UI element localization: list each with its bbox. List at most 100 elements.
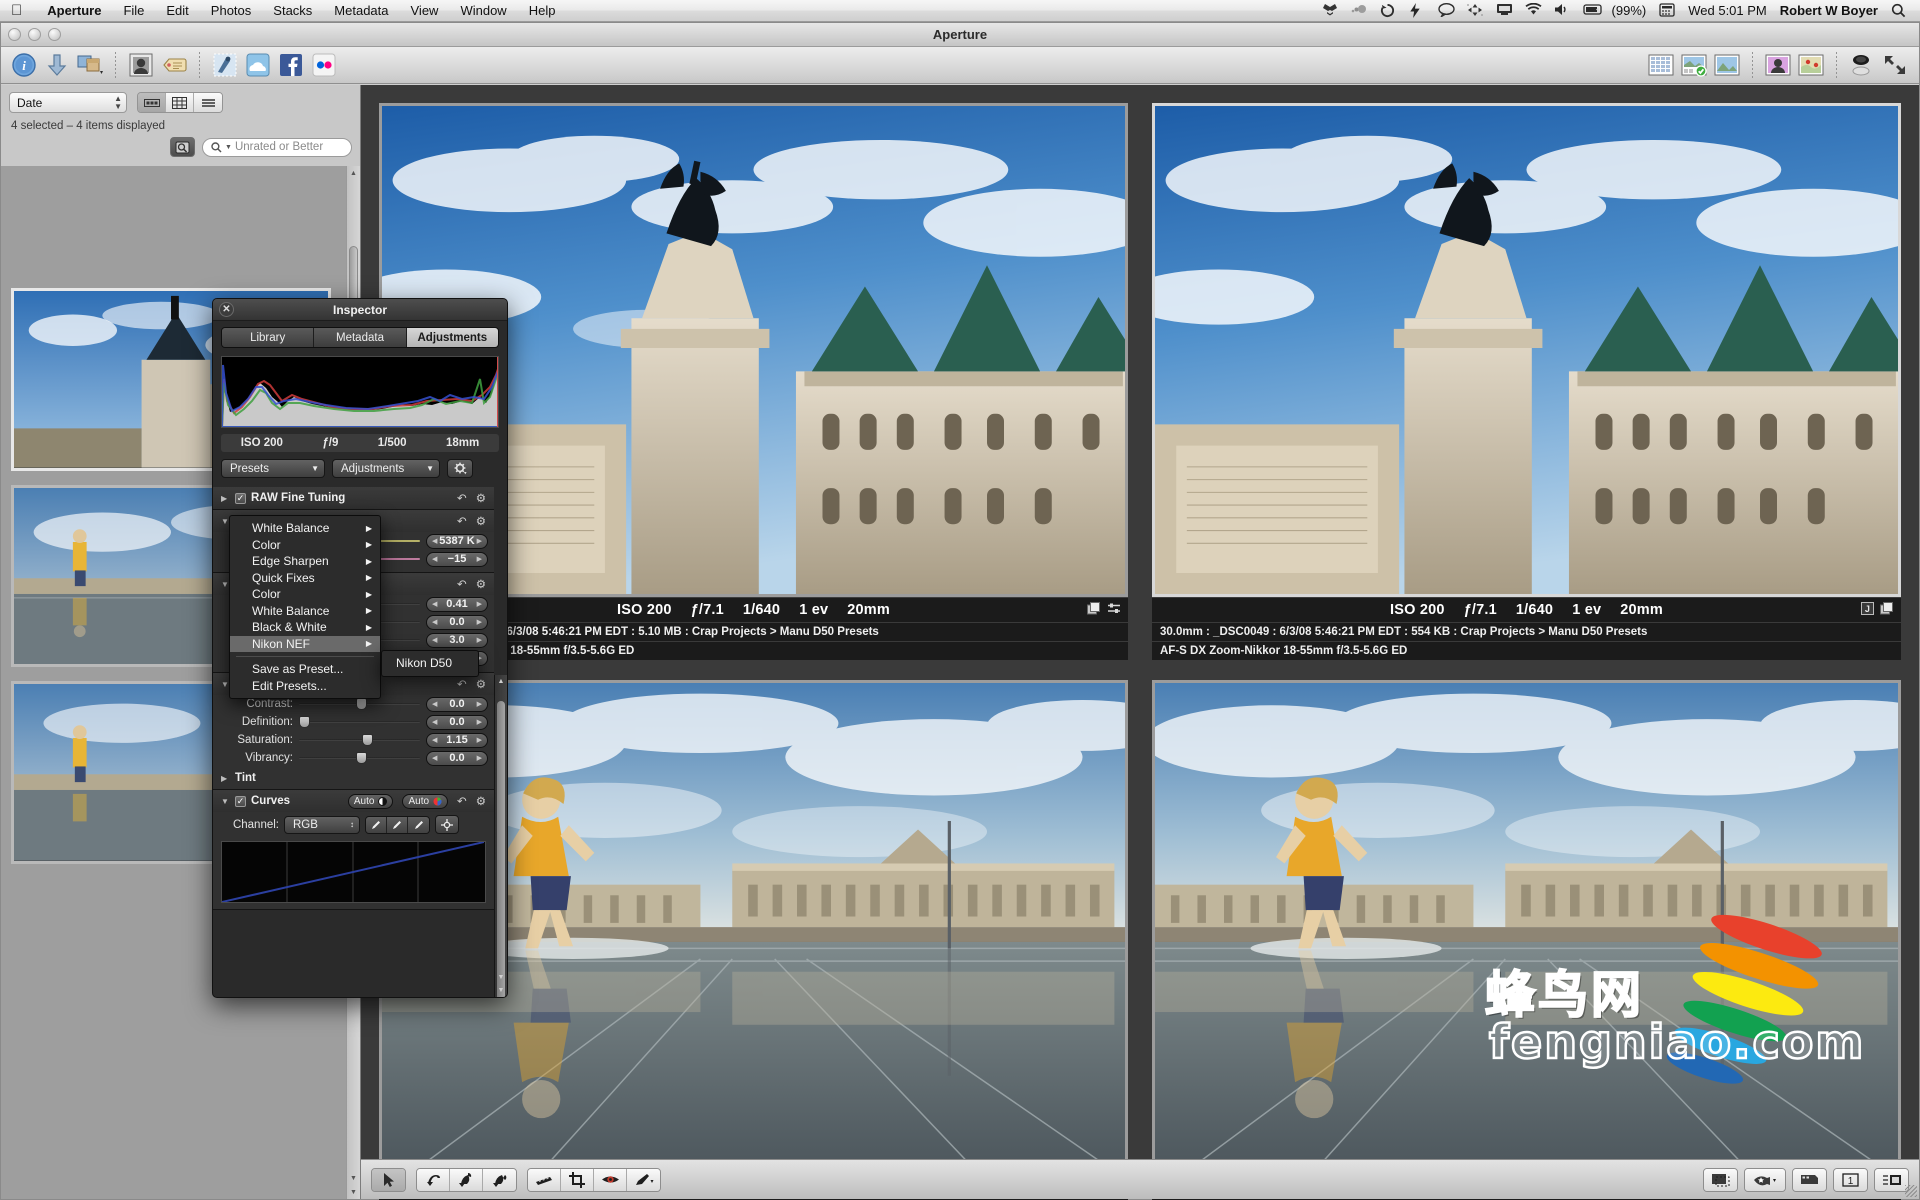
reset-icon[interactable]: ↶ — [457, 577, 467, 591]
increment-arrow-icon[interactable]: ▶ — [477, 700, 482, 708]
flash-icon[interactable] — [1409, 3, 1425, 18]
filmstrip-icon[interactable] — [1793, 1168, 1826, 1191]
menu-photos[interactable]: Photos — [200, 3, 262, 18]
close-window-button[interactable] — [8, 28, 21, 41]
scroll-down-arrow-icon-2[interactable]: ▼ — [495, 984, 507, 997]
section-checkbox[interactable]: ✓ — [235, 492, 246, 504]
stamp-all-icon[interactable] — [483, 1168, 516, 1191]
menu-metadata[interactable]: Metadata — [323, 3, 399, 18]
section-header[interactable]: ▶ ✓ RAW Fine Tuning ↶ ⚙ — [213, 487, 494, 509]
slider-track[interactable] — [299, 733, 420, 747]
increment-arrow-icon[interactable]: ▶ — [477, 636, 482, 644]
rating-badge-icon[interactable] — [1745, 1168, 1785, 1191]
slider-value-field[interactable]: ◀ 5387 K ▶ — [426, 533, 488, 549]
section-actions[interactable]: ↶ ⚙ — [457, 491, 486, 505]
flickr-icon[interactable] — [310, 51, 338, 79]
gear-icon[interactable]: ⚙ — [476, 577, 486, 591]
zoom-window-button[interactable] — [48, 28, 61, 41]
slider-row-definition[interactable]: Definition: ◀ 0.0 ▶ — [213, 713, 494, 731]
reset-icon[interactable]: ↶ — [457, 491, 467, 505]
faces-icon[interactable] — [127, 51, 155, 79]
reset-icon[interactable]: ↶ — [457, 514, 467, 528]
increment-arrow-icon[interactable]: ▶ — [477, 555, 482, 563]
import-download-icon[interactable] — [43, 51, 71, 79]
window-traffic-lights[interactable] — [8, 28, 61, 41]
tab-adjustments[interactable]: Adjustments — [406, 328, 498, 347]
scroll-up-arrow-icon[interactable]: ▲ — [495, 675, 507, 688]
gear-icon[interactable] — [447, 459, 473, 478]
scrollbar-thumb[interactable] — [497, 701, 505, 997]
keywords-tag-icon[interactable] — [160, 51, 188, 79]
menu-window[interactable]: Window — [449, 3, 517, 18]
presets-dropdown-menu[interactable]: White Balance ▶ Color ▶ Edge Sharpen ▶ Q… — [229, 515, 381, 699]
photo-cell-bottom-right[interactable]: ISO 200 ƒ/9 1/500 0 ev 18mm 27.0mm — [1140, 670, 1913, 1200]
black-point-eyedropper-icon[interactable] — [366, 816, 387, 833]
adjustments-popup[interactable]: Adjustments ▼ — [332, 459, 440, 478]
edit-tool-group[interactable] — [527, 1167, 661, 1192]
menu-help[interactable]: Help — [518, 3, 567, 18]
keyboard-input-icon[interactable] — [1659, 3, 1675, 18]
filmstrip-group[interactable] — [1792, 1167, 1827, 1192]
close-icon[interactable]: ✕ — [219, 302, 234, 317]
grid-view-icon[interactable] — [166, 93, 194, 112]
scroll-down-arrow-icon-2[interactable]: ▼ — [347, 1185, 360, 1199]
channel-popup[interactable]: RGB ↕ — [284, 815, 360, 834]
spotlight-search-icon[interactable] — [1891, 3, 1907, 18]
menu-item-save-as-preset[interactable]: Save as Preset... — [230, 661, 380, 678]
scroll-up-arrow-icon[interactable]: ▲ — [347, 166, 360, 180]
auto-color-button[interactable]: Auto — [402, 793, 449, 809]
places-map-icon[interactable] — [1797, 51, 1825, 79]
photo-badges[interactable] — [1087, 602, 1121, 615]
menu-item-nikon-nef[interactable]: Nikon NEF ▶ — [230, 635, 380, 652]
bluetooth-dots-icon[interactable] — [1351, 3, 1367, 18]
red-eye-icon[interactable] — [594, 1168, 627, 1191]
menubar-clock[interactable]: Wed 5:01 PM — [1688, 3, 1767, 18]
slider-track[interactable] — [299, 715, 420, 729]
slider-value-field[interactable]: ◀ 0.0 ▶ — [426, 614, 488, 630]
slider-value-field[interactable]: ◀ 3.0 ▶ — [426, 632, 488, 648]
selection-arrow-icon[interactable] — [372, 1168, 405, 1191]
section-raw-fine-tuning[interactable]: ▶ ✓ RAW Fine Tuning ↶ ⚙ — [213, 487, 494, 510]
section-curves[interactable]: ▼ ✓ Curves Auto Auto ↶ ⚙ Channel: RGB ↕ — [213, 790, 494, 910]
filmstrip-view-icon[interactable] — [138, 93, 166, 112]
increment-arrow-icon[interactable]: ▶ — [477, 600, 482, 608]
target-crosshair-icon[interactable] — [435, 815, 459, 834]
search-input[interactable]: ▼ Unrated or Better — [202, 137, 352, 157]
info-icon[interactable]: i — [10, 51, 38, 79]
tab-library[interactable]: Library — [222, 328, 315, 347]
window-resize-handle[interactable] — [1905, 1185, 1917, 1197]
faces-view-icon[interactable] — [1764, 51, 1792, 79]
list-view-icon[interactable] — [194, 93, 222, 112]
gray-point-eyedropper-icon[interactable] — [387, 816, 408, 833]
photo-frame-selected[interactable] — [1152, 103, 1901, 598]
menu-item-quick-fixes[interactable]: Quick Fixes ▶ — [230, 570, 380, 587]
inspector-tabs[interactable]: Library Metadata Adjustments — [221, 327, 499, 348]
viewer-icon[interactable] — [1713, 51, 1741, 79]
increment-arrow-icon[interactable]: ▶ — [477, 537, 482, 545]
slider-value-field[interactable]: ◀ 0.41 ▶ — [426, 596, 488, 612]
screen-sharing-icon[interactable] — [1496, 3, 1512, 18]
disclosure-triangle-icon[interactable]: ▶ — [221, 774, 230, 783]
masked-view-icon[interactable] — [1704, 1168, 1737, 1191]
auto-contrast-button[interactable]: Auto — [347, 793, 394, 809]
slider-track[interactable] — [299, 697, 420, 711]
messages-icon[interactable] — [1437, 2, 1455, 19]
photo-badges[interactable]: J — [1861, 602, 1894, 616]
cloud-icon[interactable] — [244, 51, 272, 79]
slider-row-saturation[interactable]: Saturation: ◀ 1.15 ▶ — [213, 731, 494, 749]
disclosure-triangle-icon[interactable]: ▼ — [221, 797, 230, 806]
menu-aperture[interactable]: Aperture — [36, 3, 112, 18]
slider-value-field[interactable]: ◀ 1.15 ▶ — [426, 732, 488, 748]
slider-value-field[interactable]: ◀ 0.0 ▶ — [426, 696, 488, 712]
facebook-icon[interactable] — [277, 51, 305, 79]
metadata-overlay-icon[interactable] — [1875, 1168, 1908, 1191]
increment-arrow-icon[interactable]: ▶ — [477, 736, 482, 744]
photo-frame[interactable] — [1152, 680, 1901, 1175]
crop-icon[interactable] — [561, 1168, 594, 1191]
section-actions[interactable]: Auto Auto ↶ ⚙ — [347, 793, 486, 809]
eject-battery-icon[interactable] — [1582, 3, 1602, 18]
menu-item-black-and-white[interactable]: Black & White ▶ — [230, 619, 380, 636]
nikon-nef-submenu[interactable]: Nikon D50 — [381, 650, 480, 677]
section-header-tint[interactable]: ▶ Tint — [213, 767, 494, 789]
curves-graph[interactable] — [221, 841, 486, 903]
